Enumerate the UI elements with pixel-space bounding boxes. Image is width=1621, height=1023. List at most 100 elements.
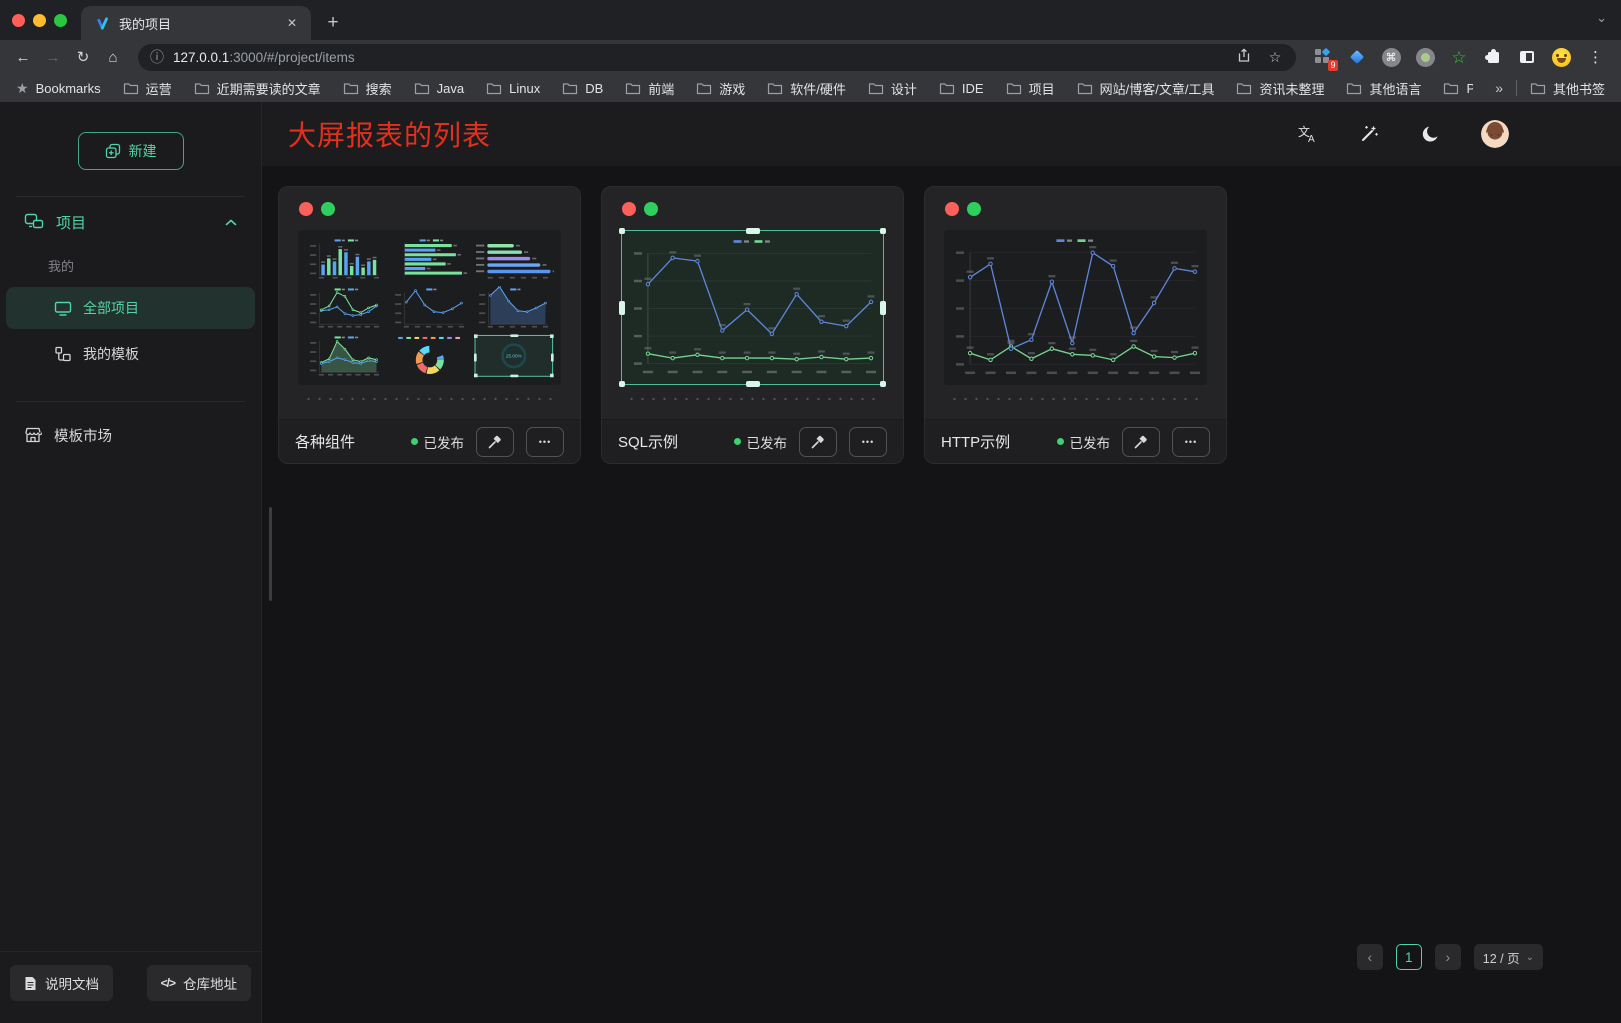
bookmark-folder[interactable]: DB xyxy=(562,81,603,96)
template-icon xyxy=(54,346,72,362)
bookmark-folder[interactable]: 其他语言 xyxy=(1346,79,1421,98)
minimize-window-button[interactable] xyxy=(33,14,46,27)
document-icon xyxy=(24,976,37,991)
prev-page-button[interactable]: ‹ xyxy=(1357,944,1383,970)
card-red-dot xyxy=(945,202,959,216)
project-group-label: 项目 xyxy=(56,212,86,233)
monitor-icon xyxy=(54,301,72,316)
bookmark-folder[interactable]: Java xyxy=(414,81,464,96)
sidebar-item-all-projects[interactable]: 全部项目 xyxy=(6,287,255,329)
user-avatar[interactable] xyxy=(1481,120,1509,148)
forward-button[interactable]: → xyxy=(40,44,66,70)
edit-project-button[interactable] xyxy=(1122,427,1160,457)
extension-recorder-icon[interactable] xyxy=(1414,46,1436,68)
repo-button-label: 仓库地址 xyxy=(183,973,237,993)
page-size-select[interactable]: 12 / 页 ⌄ xyxy=(1474,944,1543,970)
bookmark-folder-label: DB xyxy=(585,81,603,96)
mini-chart-line1 xyxy=(390,286,470,330)
bookmark-folder[interactable]: IDE xyxy=(939,81,984,96)
back-button[interactable]: ← xyxy=(10,44,36,70)
folder-icon xyxy=(1077,82,1093,95)
extension-grid-icon[interactable]: 9 xyxy=(1312,46,1334,68)
next-page-button[interactable]: › xyxy=(1435,944,1461,970)
edit-project-button[interactable] xyxy=(476,427,514,457)
other-bookmarks[interactable]: 其他书签 xyxy=(1530,79,1605,98)
address-bar[interactable]: ⓘ 127.0.0.1:3000/#/project/items ☆ xyxy=(138,44,1296,71)
bookmarks-overflow-icon[interactable]: » xyxy=(1495,80,1503,96)
sidebar-item-template-market[interactable]: 模板市场 xyxy=(0,412,261,458)
scrollbar-thumb[interactable] xyxy=(269,507,272,601)
home-button[interactable]: ⌂ xyxy=(100,44,126,70)
mini-chart-area2 xyxy=(305,334,385,378)
sidebar-item-my-templates[interactable]: 我的模板 xyxy=(6,333,255,375)
selection-handle[interactable] xyxy=(880,228,886,234)
bookmark-folder[interactable]: 网站/博客/文章/工具 xyxy=(1077,79,1215,98)
bookmark-star-icon[interactable]: ☆ xyxy=(1264,49,1286,66)
bookmark-folder[interactable]: 设计 xyxy=(868,79,917,98)
bookmarks-right: » 其他书签 xyxy=(1495,79,1605,98)
magic-wand-icon[interactable] xyxy=(1357,122,1381,146)
reload-button[interactable]: ↻ xyxy=(70,44,96,70)
hammer-icon xyxy=(1133,434,1149,450)
bookmark-folder[interactable]: 项目 xyxy=(1006,79,1055,98)
card-window-dots xyxy=(622,202,903,216)
publish-status: 已发布 xyxy=(734,432,788,452)
selection-handle[interactable] xyxy=(619,301,625,315)
other-bookmarks-label: 其他书签 xyxy=(1553,79,1605,98)
bookmarks-root[interactable]: ★ Bookmarks xyxy=(16,80,101,97)
bookmark-folder[interactable]: 搜索 xyxy=(343,79,392,98)
close-window-button[interactable] xyxy=(12,14,25,27)
folder-icon xyxy=(1443,82,1459,95)
zoom-window-button[interactable] xyxy=(54,14,67,27)
project-card[interactable]: HTTP示例 已发布 ••• xyxy=(924,186,1227,464)
dark-mode-moon-icon[interactable] xyxy=(1419,122,1443,146)
new-project-label: 新建 xyxy=(129,141,157,161)
selection-handle[interactable] xyxy=(746,228,760,234)
sidebar-group-project[interactable]: 项目 xyxy=(0,197,261,247)
new-project-button[interactable]: 新建 xyxy=(78,132,184,170)
new-tab-button[interactable]: + xyxy=(319,9,347,37)
profile-emoji-icon[interactable] xyxy=(1550,46,1572,68)
extension-gem-icon[interactable] xyxy=(1346,46,1368,68)
repo-button[interactable]: </> 仓库地址 xyxy=(147,965,251,1001)
extension-command-icon[interactable]: ⌘ xyxy=(1380,46,1402,68)
bookmark-folder[interactable]: Linux xyxy=(486,81,540,96)
status-dot xyxy=(1057,438,1064,445)
tab-search-chevron-icon[interactable]: ⌄ xyxy=(1596,10,1607,26)
tab-close-icon[interactable]: ✕ xyxy=(283,14,301,32)
bookmark-folder[interactable]: 资讯未整理 xyxy=(1236,79,1324,98)
site-info-icon[interactable]: ⓘ xyxy=(150,47,164,67)
bookmark-folder[interactable]: 近期需要读的文章 xyxy=(194,79,321,98)
docs-button[interactable]: 说明文档 xyxy=(10,965,113,1001)
mini-chart-caps xyxy=(474,237,554,281)
language-icon[interactable]: 文A xyxy=(1295,122,1319,146)
side-panel-icon[interactable] xyxy=(1516,46,1538,68)
bookmark-folder[interactable]: 游戏 xyxy=(696,79,745,98)
selection-handle[interactable] xyxy=(619,381,625,387)
extensions-puzzle-icon[interactable] xyxy=(1482,46,1504,68)
edit-project-button[interactable] xyxy=(799,427,837,457)
selection-handle[interactable] xyxy=(880,381,886,387)
bookmark-folder-label: 搜索 xyxy=(366,79,392,98)
card-green-dot xyxy=(967,202,981,216)
more-actions-button[interactable]: ••• xyxy=(526,427,564,457)
current-page-button[interactable]: 1 xyxy=(1396,944,1422,970)
more-actions-button[interactable]: ••• xyxy=(1172,427,1210,457)
bookmark-folder[interactable]: PHP xyxy=(1443,81,1473,96)
bookmark-folder[interactable]: 软件/硬件 xyxy=(767,79,846,98)
selection-handle[interactable] xyxy=(746,381,760,387)
project-card[interactable]: 25.00% 各种组件 已发布 ••• xyxy=(278,186,581,464)
selection-handle[interactable] xyxy=(619,228,625,234)
bookmark-folder[interactable]: 运营 xyxy=(123,79,172,98)
url-text: 127.0.0.1:3000/#/project/items xyxy=(173,50,1224,65)
browser-tab[interactable]: 我的项目 ✕ xyxy=(81,6,311,40)
browser-menu-icon[interactable]: ⋮ xyxy=(1584,48,1607,66)
bookmark-folder[interactable]: 前端 xyxy=(625,79,674,98)
extension-star-icon[interactable]: ☆ xyxy=(1448,46,1470,68)
more-actions-button[interactable]: ••• xyxy=(849,427,887,457)
share-icon[interactable] xyxy=(1233,48,1255,66)
selection-handle[interactable] xyxy=(880,301,886,315)
sidebar-footer: 说明文档 </> 仓库地址 xyxy=(0,951,261,1023)
folder-icon xyxy=(414,82,430,95)
project-card[interactable]: SQL示例 已发布 ••• xyxy=(601,186,904,464)
